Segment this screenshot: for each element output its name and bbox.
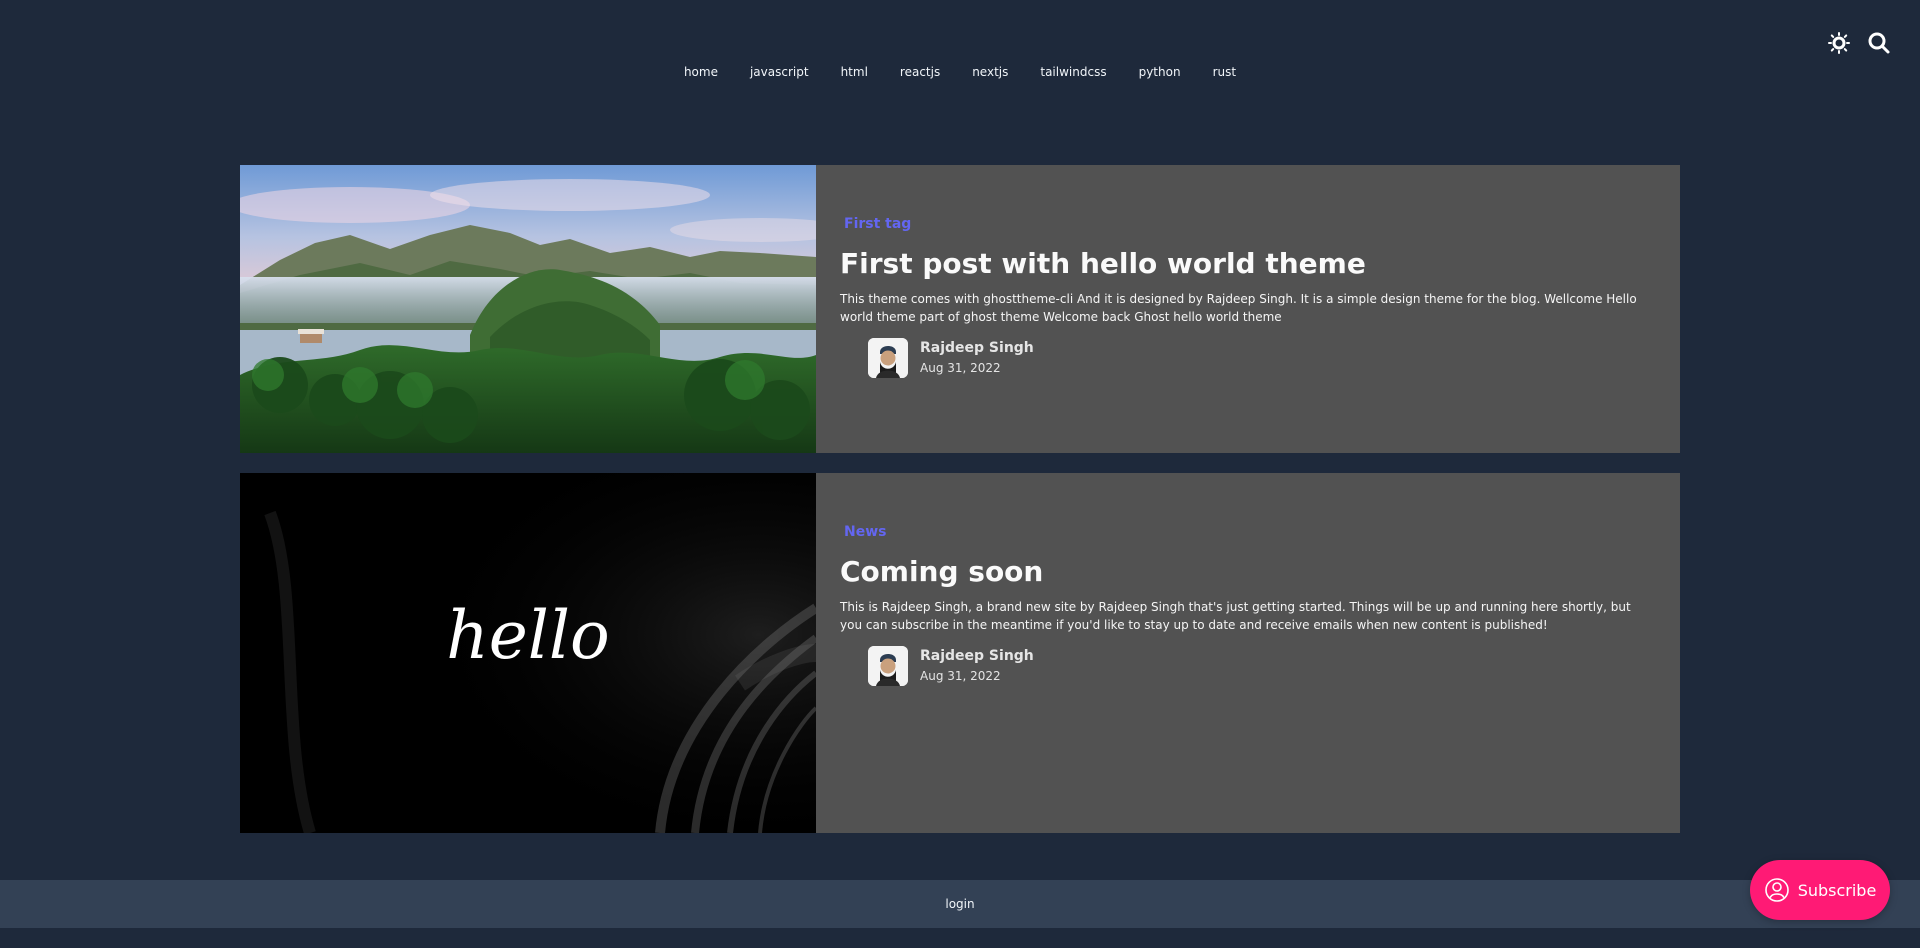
post-feature-image[interactable] (240, 165, 816, 453)
post-title[interactable]: Coming soon (840, 554, 1656, 590)
author-info: Rajdeep Singh Aug 31, 2022 (920, 647, 1034, 685)
post-tag[interactable]: News (844, 524, 886, 540)
post-date: Aug 31, 2022 (920, 669, 1001, 683)
post-title[interactable]: First post with hello world theme (840, 246, 1656, 282)
post-author: Rajdeep Singh Aug 31, 2022 (868, 338, 1656, 378)
nav-link-javascript[interactable]: javascript (734, 64, 825, 80)
post-tag[interactable]: First tag (844, 216, 911, 232)
subscribe-label: Subscribe (1797, 880, 1877, 900)
subscribe-button[interactable]: Subscribe (1750, 860, 1890, 920)
header-actions (1826, 30, 1892, 56)
author-info: Rajdeep Singh Aug 31, 2022 (920, 339, 1034, 377)
avatar[interactable] (868, 646, 908, 686)
post-content: News Coming soon This is Rajdeep Singh, … (816, 473, 1680, 833)
nav-link-home[interactable]: home (668, 64, 734, 80)
search-icon[interactable] (1866, 30, 1892, 56)
nav-link-nextjs[interactable]: nextjs (956, 64, 1024, 80)
post-content: First tag First post with hello world th… (816, 165, 1680, 453)
post-feature-image[interactable]: hello (240, 473, 816, 833)
theme-toggle-icon[interactable] (1826, 30, 1852, 56)
site-footer: login (0, 880, 1920, 928)
author-name[interactable]: Rajdeep Singh (920, 647, 1034, 665)
primary-nav: home javascript html reactjs nextjs tail… (0, 64, 1920, 80)
post-date: Aug 31, 2022 (920, 361, 1001, 375)
avatar[interactable] (868, 338, 908, 378)
nav-link-tailwindcss[interactable]: tailwindcss (1024, 64, 1122, 80)
post-card[interactable]: First tag First post with hello world th… (240, 165, 1680, 453)
post-excerpt: This theme comes with ghosttheme-cli And… (840, 292, 1637, 324)
nav-link-rust[interactable]: rust (1197, 64, 1253, 80)
footer-login-link[interactable]: login (945, 897, 974, 911)
user-circle-icon (1764, 877, 1790, 903)
post-author: Rajdeep Singh Aug 31, 2022 (868, 646, 1656, 686)
post-card[interactable]: hello News Coming soon This is Rajdeep S… (240, 473, 1680, 833)
nav-link-reactjs[interactable]: reactjs (884, 64, 956, 80)
author-name[interactable]: Rajdeep Singh (920, 339, 1034, 357)
nav-link-html[interactable]: html (825, 64, 884, 80)
post-excerpt: This is Rajdeep Singh, a brand new site … (840, 600, 1631, 632)
site-header: home javascript html reactjs nextjs tail… (0, 0, 1920, 110)
nav-link-python[interactable]: python (1123, 64, 1197, 80)
hello-image-text: hello (446, 597, 610, 674)
